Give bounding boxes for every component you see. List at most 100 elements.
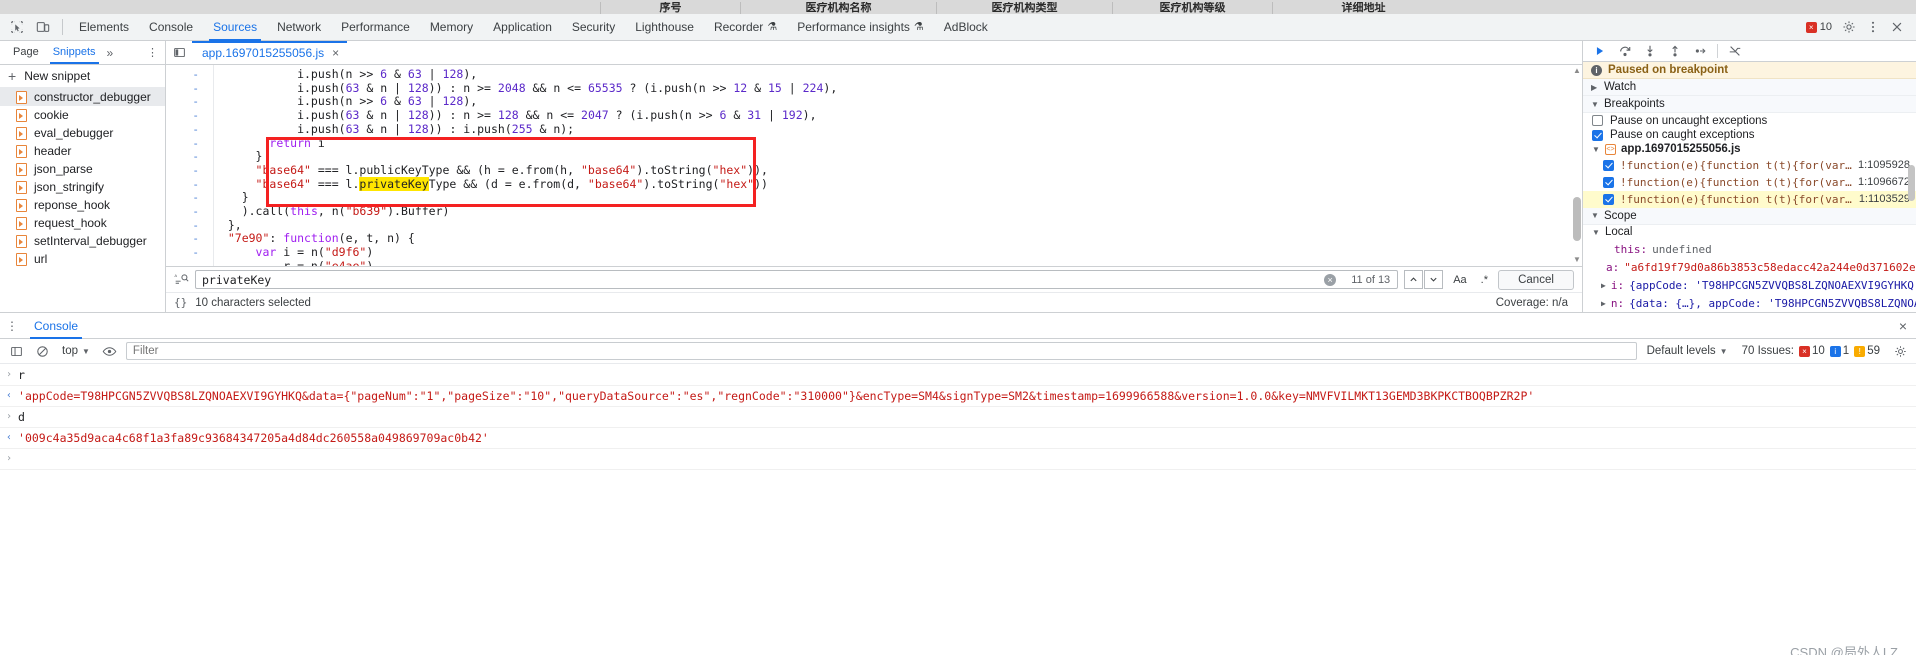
issue-infos-badge[interactable]: i 1	[1829, 345, 1849, 357]
navigator-more-tabs-button[interactable]: »	[103, 46, 118, 60]
local-variable-row[interactable]: a: "a6fd19f79d0a86b3853c58edacc42a244e0d3…	[1583, 258, 1916, 276]
gutter-mark[interactable]: -	[166, 205, 213, 219]
gutter-mark[interactable]: -	[166, 191, 213, 205]
match-case-button[interactable]: Aa	[1449, 274, 1470, 286]
gutter-mark[interactable]: -	[166, 232, 213, 246]
gutter-mark[interactable]: -	[166, 82, 213, 96]
code-line[interactable]: }	[214, 150, 1582, 164]
new-snippet-button[interactable]: + New snippet	[0, 65, 165, 88]
gutter-mark[interactable]: -	[166, 150, 213, 164]
step-icon[interactable]	[1689, 41, 1711, 61]
watch-section-header[interactable]: ▶ Watch	[1583, 79, 1916, 97]
snippet-item[interactable]: reponse_hook	[0, 196, 165, 214]
code-line[interactable]: return i	[214, 136, 1582, 151]
breakpoint-file-group[interactable]: ▼ <> app.1697015255056.js	[1583, 142, 1916, 156]
gutter-mark[interactable]: -	[166, 137, 213, 151]
breakpoints-section-header[interactable]: ▼ Breakpoints	[1583, 96, 1916, 114]
snippet-item[interactable]: constructor_debugger	[0, 88, 165, 106]
search-next-button[interactable]	[1424, 270, 1444, 289]
editor-scroll-thumb[interactable]	[1573, 197, 1581, 241]
code-line[interactable]: i.push(63 & n | 128)) : i.push(255 & n);	[214, 122, 1582, 137]
snippet-item[interactable]: request_hook	[0, 214, 165, 232]
close-icon[interactable]: ×	[332, 47, 339, 59]
error-count-badge[interactable]: × 10	[1802, 21, 1836, 33]
pause-uncaught-exceptions-row[interactable]: Pause on uncaught exceptions	[1583, 113, 1916, 127]
gear-icon[interactable]	[1838, 16, 1860, 38]
cancel-button[interactable]: Cancel	[1498, 269, 1574, 290]
snippet-item[interactable]: json_parse	[0, 160, 165, 178]
gutter-mark[interactable]: -	[166, 109, 213, 123]
tab-application[interactable]: Application	[483, 14, 562, 41]
drawer-kebab-icon[interactable]: ⋮	[0, 319, 24, 333]
snippet-item[interactable]: cookie	[0, 106, 165, 124]
breakpoint-row[interactable]: !function(e){function t(t){for(var n,i,o…	[1583, 190, 1916, 208]
console-issues-summary[interactable]: 70 Issues: × 10 i 1 ! 59	[1738, 345, 1884, 357]
snippet-item[interactable]: url	[0, 250, 165, 268]
scroll-up-arrow-icon[interactable]: ▲	[1573, 67, 1581, 75]
step-into-icon[interactable]	[1639, 41, 1661, 61]
step-out-icon[interactable]	[1664, 41, 1686, 61]
code-line[interactable]: i.push(n >> 6 & 63 | 128),	[214, 67, 1582, 82]
resume-script-icon[interactable]	[1589, 41, 1611, 61]
gutter-mark[interactable]: -	[166, 260, 213, 266]
use-regex-button[interactable]: .*	[1477, 274, 1492, 286]
gutter-mark[interactable]: -	[166, 123, 213, 137]
tab-recorder[interactable]: Recorder ⚗	[704, 14, 787, 41]
console-message-list[interactable]: › r ‹'appCode=T98HPCGN5ZVVQBS8LZQNOAEXVI9G…	[0, 364, 1916, 655]
local-variable-row[interactable]: this: undefined	[1583, 240, 1916, 258]
code-line[interactable]: ).call(this, n("b639").Buffer)	[214, 204, 1582, 219]
breakpoint-checkbox[interactable]	[1603, 193, 1614, 205]
pause-caught-exceptions-row[interactable]: Pause on caught exceptions	[1583, 128, 1916, 142]
code-line[interactable]: }	[214, 191, 1582, 205]
code-line[interactable]: "7e90": function(e, t, n) {	[214, 232, 1582, 246]
code-line[interactable]: var i = n("d9f6")	[214, 245, 1582, 260]
pause-caught-checkbox[interactable]	[1592, 129, 1603, 141]
editor-scrollbar[interactable]: ▲ ▼	[1572, 65, 1582, 266]
code-line[interactable]: , r = n("e4ae")	[214, 259, 1582, 266]
editor-code-area[interactable]: i.push(n >> 6 & 63 | 128), i.push(63 & n…	[214, 65, 1582, 266]
local-variable-row[interactable]: ▶ i: {appCode: 'T98HPCGN5ZVVQBS8LZQNOAEXVI…	[1583, 276, 1916, 294]
deactivate-breakpoints-icon[interactable]	[1724, 41, 1746, 61]
local-variable-row[interactable]: ▶ n: {data: {…}, appCode: 'T98HPCGN5ZVVQBS…	[1583, 294, 1916, 312]
inspect-cursor-icon[interactable]	[4, 15, 30, 39]
console-levels-selector[interactable]: Default levels ▼	[1643, 345, 1732, 357]
code-line[interactable]: "base64" === l.privateKeyType && (d = e.…	[214, 176, 1582, 192]
scope-section-header[interactable]: ▼ Scope	[1583, 207, 1916, 225]
tab-security[interactable]: Security	[562, 14, 625, 41]
live-expression-icon[interactable]	[100, 341, 120, 361]
search-prev-button[interactable]	[1404, 270, 1424, 289]
breakpoint-checkbox[interactable]	[1603, 176, 1614, 188]
gutter-mark[interactable]: -	[166, 178, 213, 192]
tab-performance[interactable]: Performance	[331, 14, 420, 41]
editor-tab-app-js[interactable]: app.1697015255056.js ×	[192, 40, 348, 65]
search-replace-icon[interactable]: ᴬ	[174, 272, 189, 287]
breakpoint-checkbox[interactable]	[1603, 159, 1614, 171]
debugger-scrollbar[interactable]	[1907, 65, 1916, 312]
console-filter-input[interactable]	[125, 342, 1637, 360]
clear-console-icon[interactable]	[32, 341, 52, 361]
tab-performance-insights[interactable]: Performance insights ⚗	[787, 14, 934, 41]
tab-memory[interactable]: Memory	[420, 14, 483, 41]
pretty-print-icon[interactable]: {}	[174, 296, 187, 309]
snippet-item[interactable]: json_stringify	[0, 178, 165, 196]
gutter-mark[interactable]: -	[166, 95, 213, 109]
code-line[interactable]: i.push(63 & n | 128)) : n >= 128 && n <=…	[214, 108, 1582, 123]
tab-lighthouse[interactable]: Lighthouse	[625, 14, 704, 41]
navigator-tab-snippets[interactable]: Snippets	[46, 41, 103, 64]
gutter-mark[interactable]: -	[166, 68, 213, 82]
gutter-mark[interactable]: -	[166, 219, 213, 233]
breakpoint-row[interactable]: !function(e){function t(t){for(var n,i,o…	[1583, 157, 1916, 174]
snippet-item[interactable]: eval_debugger	[0, 124, 165, 142]
code-line[interactable]: i.push(63 & n | 128)) : n >= 2048 && n <…	[214, 81, 1582, 96]
navigator-kebab-icon[interactable]: ⋮	[140, 46, 165, 59]
code-editor[interactable]: ---------------- i.push(n >> 6 & 63 | 12…	[166, 65, 1582, 266]
tab-console[interactable]: Console	[24, 314, 88, 339]
chevron-right-icon[interactable]: ▶	[1601, 281, 1606, 290]
device-toolbar-icon[interactable]	[30, 15, 56, 39]
tab-adblock[interactable]: AdBlock	[934, 14, 998, 41]
search-input[interactable]	[195, 270, 1399, 289]
pause-uncaught-checkbox[interactable]	[1592, 115, 1603, 127]
code-line[interactable]: i.push(n >> 6 & 63 | 128),	[214, 95, 1582, 109]
snippet-item[interactable]: header	[0, 142, 165, 160]
code-line[interactable]: "base64" === l.publicKeyType && (h = e.f…	[214, 163, 1582, 178]
